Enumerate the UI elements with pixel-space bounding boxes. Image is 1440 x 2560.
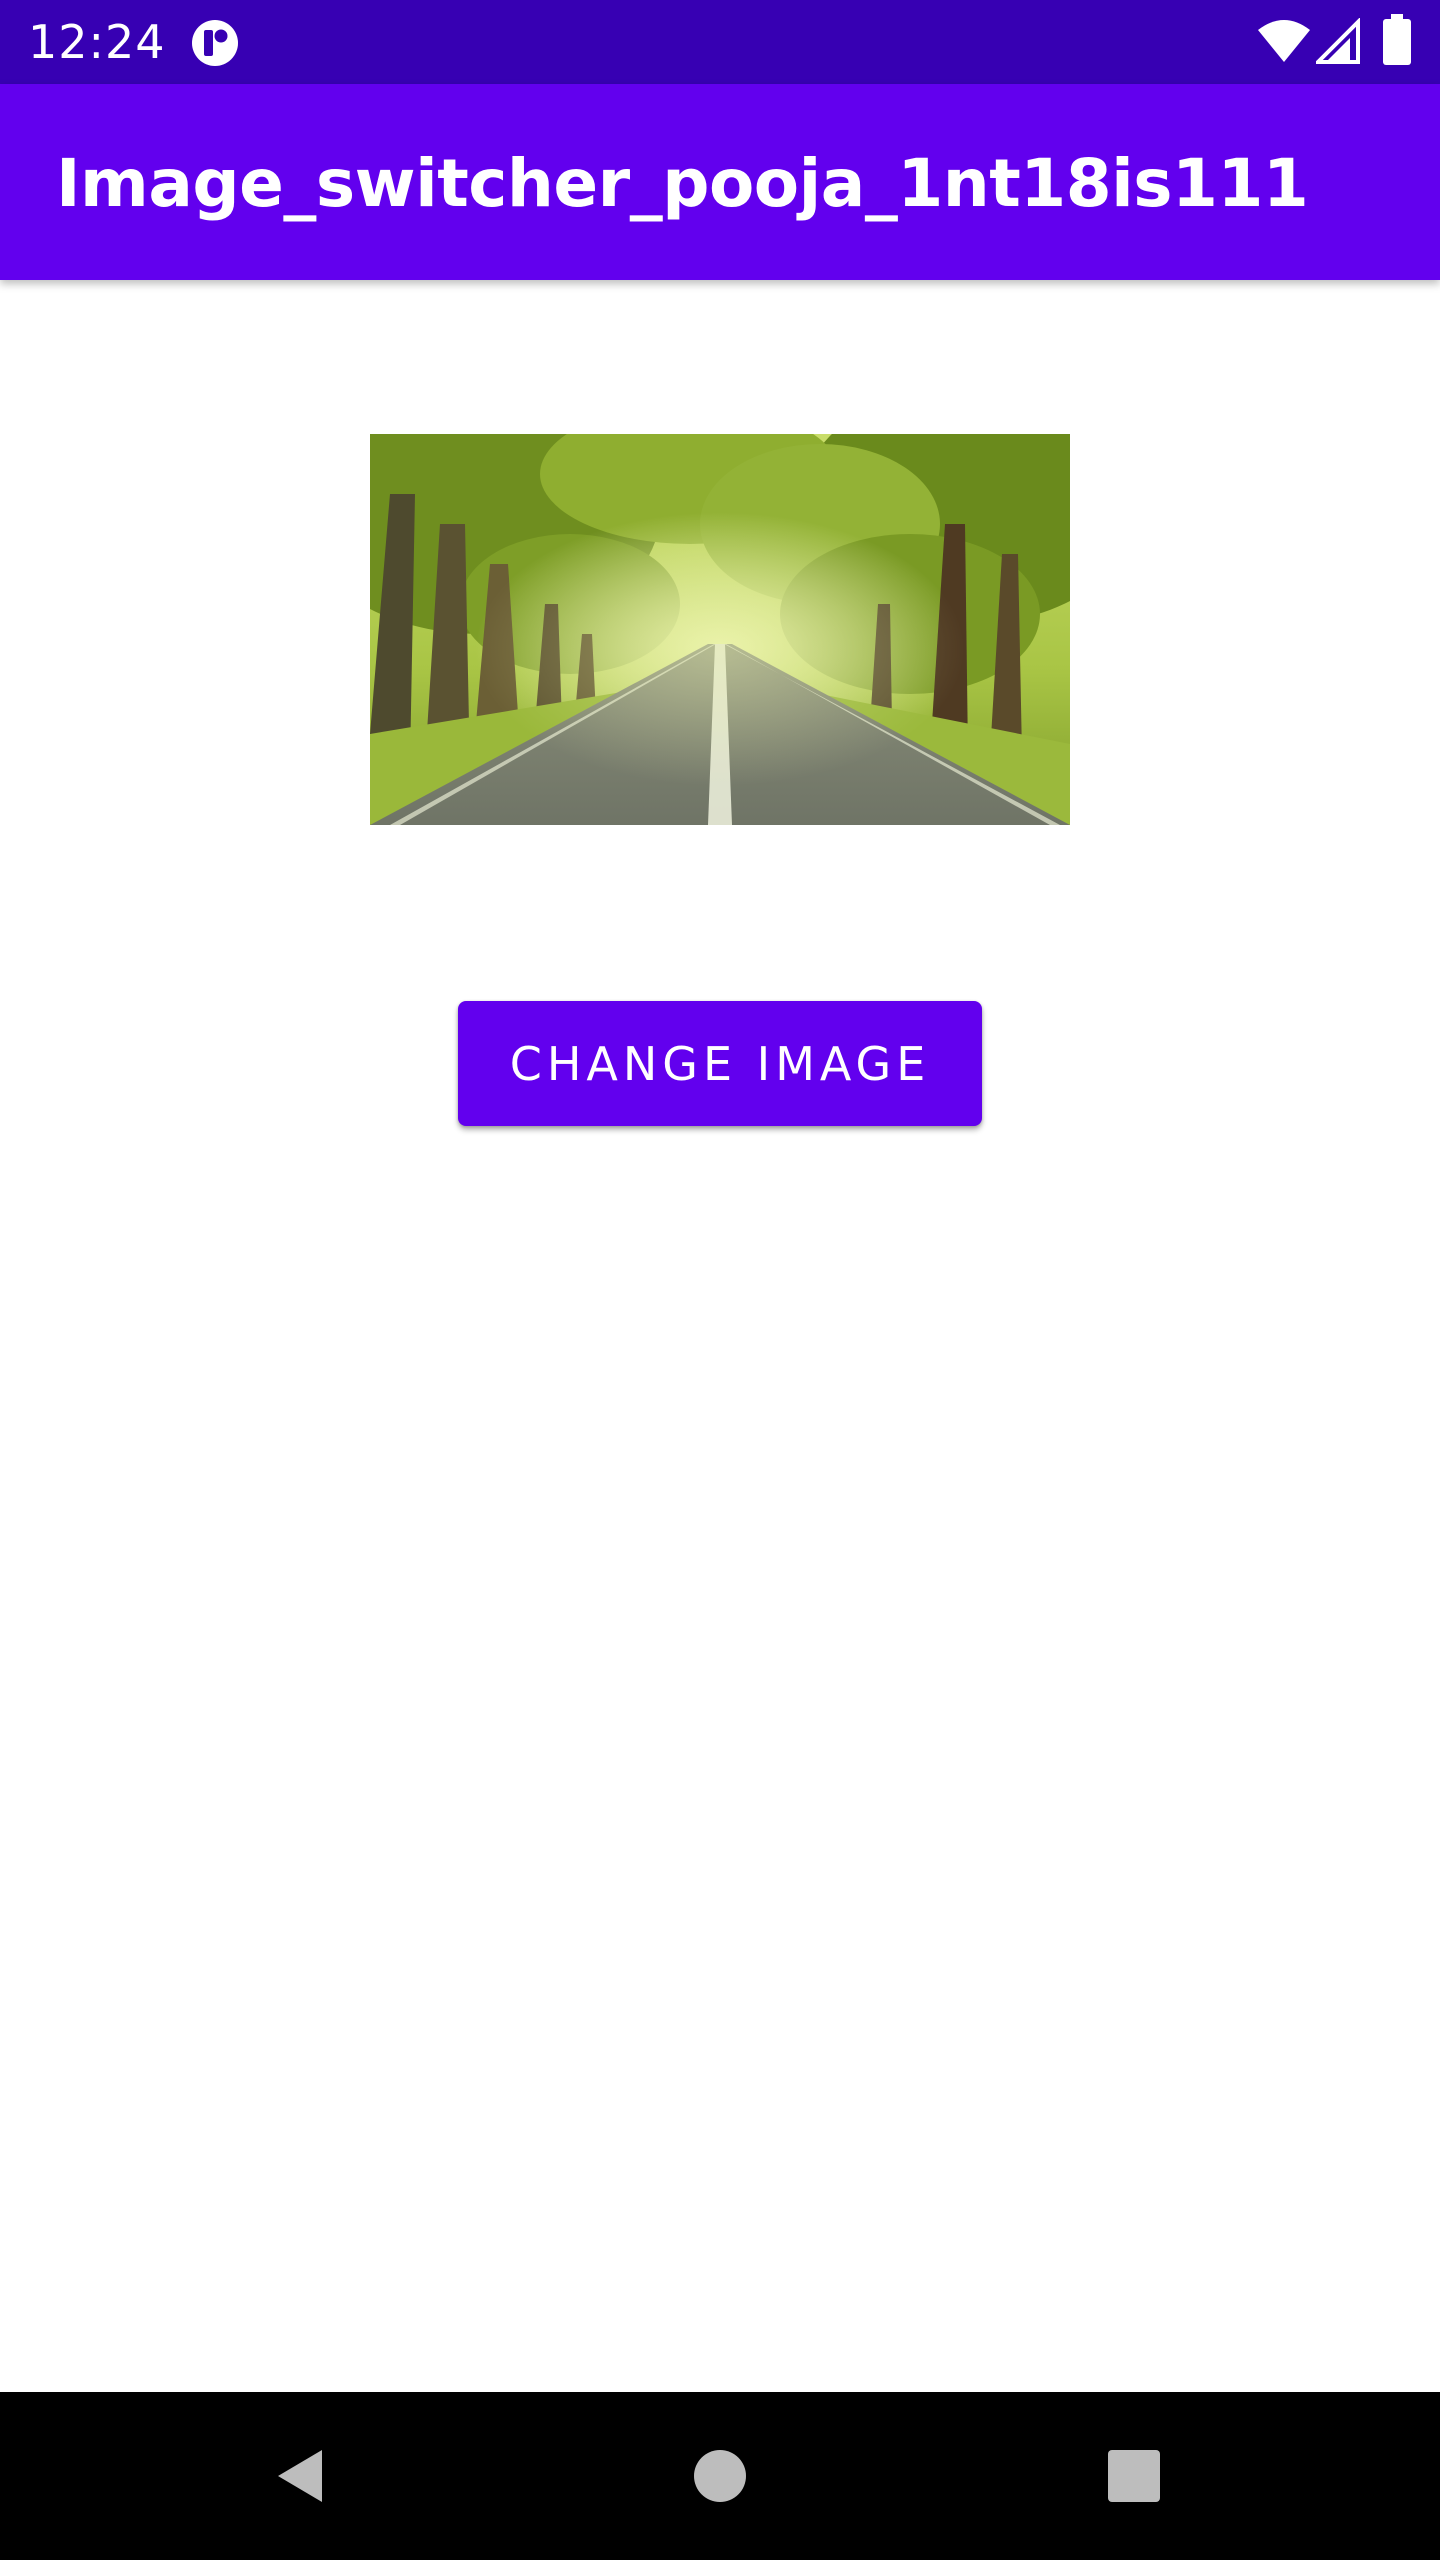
signal-icon: [1313, 17, 1360, 64]
app-bar: Image_switcher_pooja_1nt18is111: [0, 84, 1440, 280]
image-switcher: [370, 434, 1070, 825]
change-image-button[interactable]: CHANGE IMAGE: [458, 1001, 982, 1126]
home-icon[interactable]: [678, 2434, 762, 2518]
battery-icon: [1382, 14, 1412, 66]
app-title: Image_switcher_pooja_1nt18is111: [56, 145, 1309, 222]
screen: 12:24 Image_switcher_pooja_1nt18is111 CH…: [0, 0, 1440, 2560]
notification-app-icon: [190, 18, 240, 68]
wifi-icon: [1256, 18, 1312, 64]
nav-bar: [0, 2392, 1440, 2560]
back-icon[interactable]: [258, 2434, 342, 2518]
status-bar: 12:24: [0, 0, 1440, 84]
status-time: 12:24: [28, 15, 166, 69]
recents-icon[interactable]: [1092, 2434, 1176, 2518]
road-through-trees-image: [370, 434, 1070, 825]
